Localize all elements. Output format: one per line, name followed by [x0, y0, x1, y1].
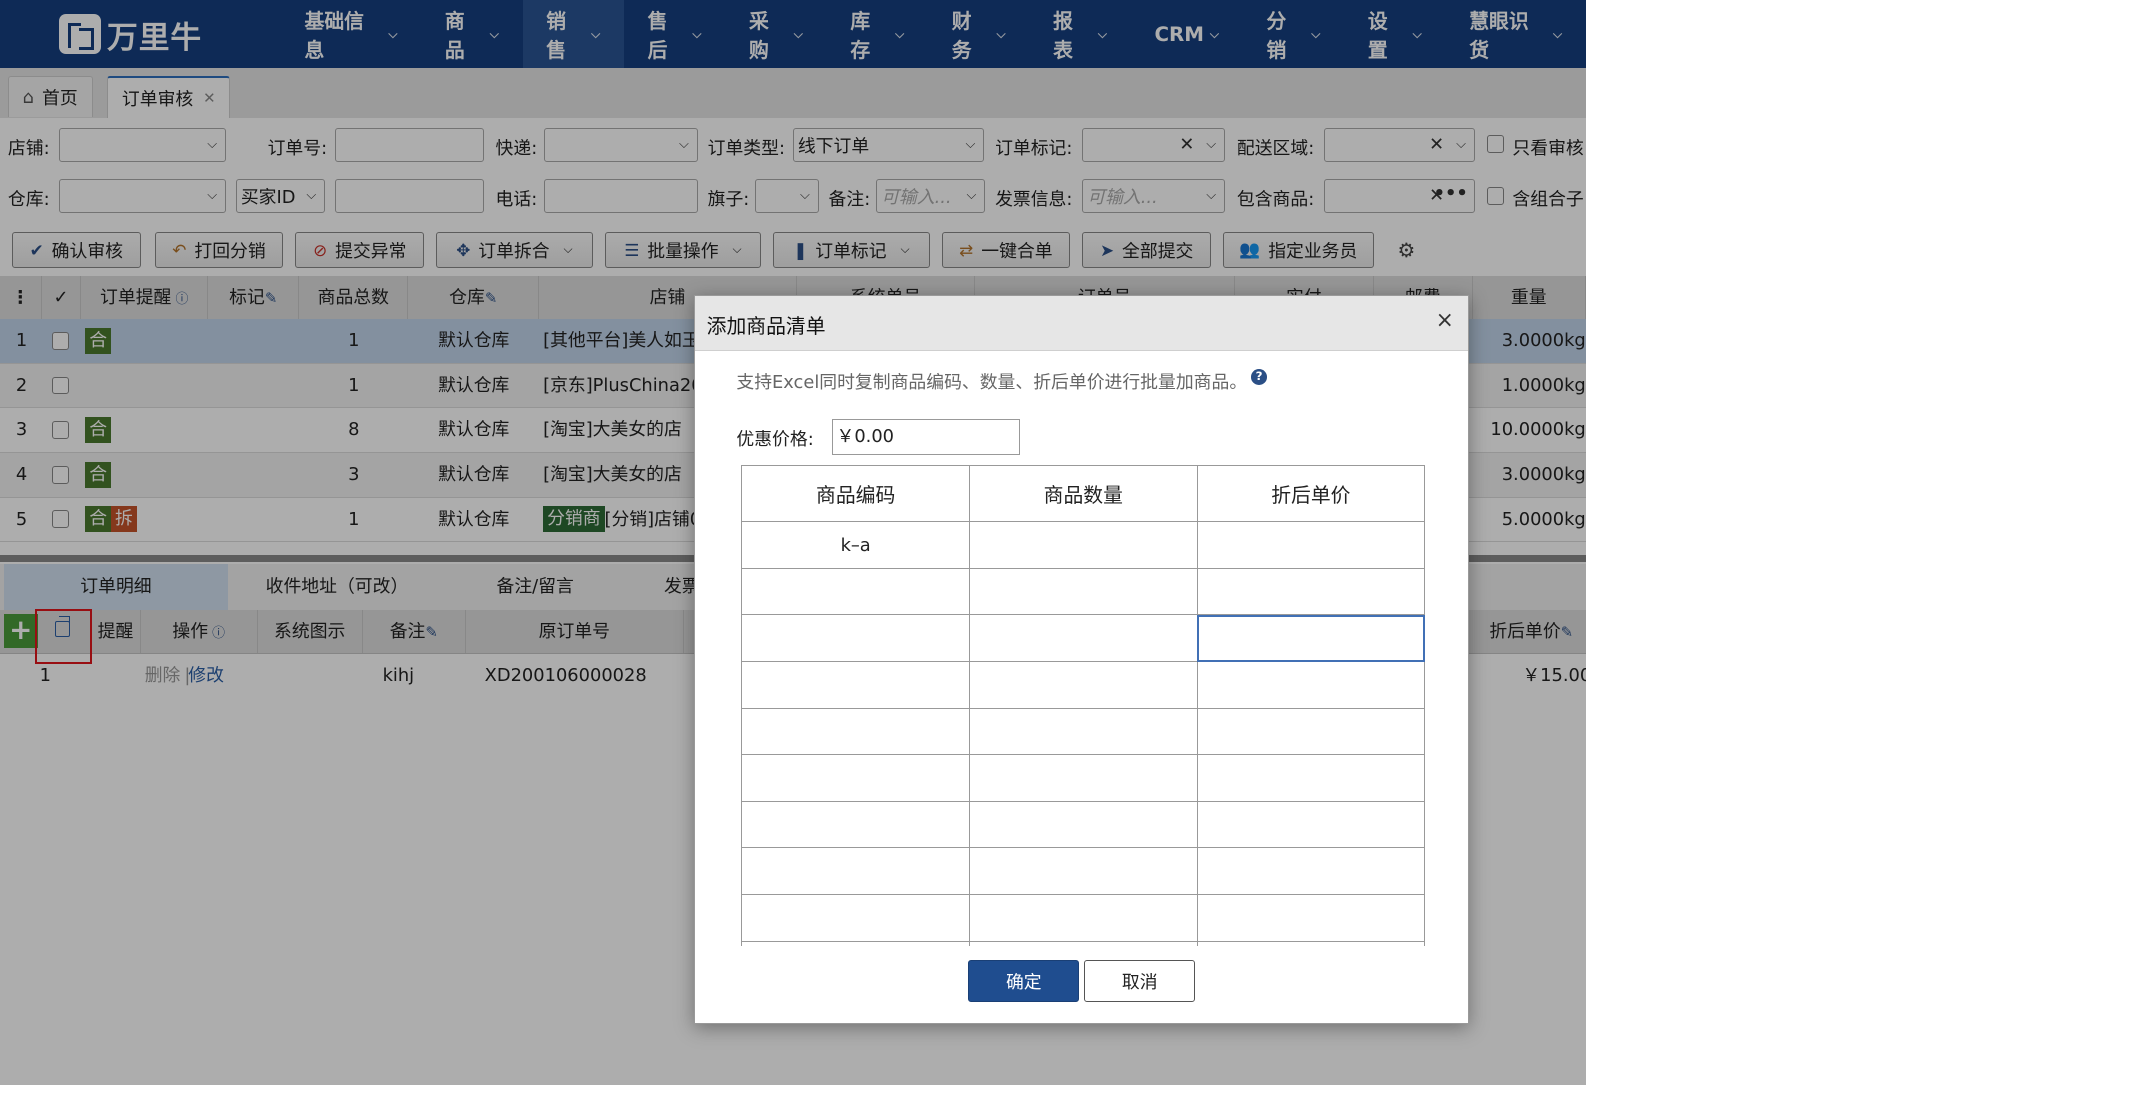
- discount-price-cell[interactable]: [1196, 893, 1426, 942]
- add-product-list-dialog: 添加商品清单 × 支持Excel同时复制商品编码、数量、折后单价进行批量加商品。…: [693, 295, 1469, 1024]
- discount-price-input[interactable]: ￥0.00: [831, 419, 1020, 455]
- discount-price-cell[interactable]: [1196, 940, 1426, 946]
- dialog-tip: 支持Excel同时复制商品编码、数量、折后单价进行批量加商品。?: [736, 368, 1267, 394]
- product-qty-cell[interactable]: [968, 707, 1198, 756]
- product-qty-cell[interactable]: [968, 800, 1198, 849]
- product-code-cell[interactable]: [741, 567, 970, 616]
- product-qty-cell[interactable]: [968, 661, 1198, 709]
- product-qty-cell[interactable]: [968, 754, 1198, 802]
- discount-price-cell[interactable]: [1196, 614, 1426, 663]
- product-list-row: [741, 800, 1426, 849]
- discount-price-cell[interactable]: [1196, 521, 1426, 569]
- product-list-row: [741, 661, 1426, 709]
- product-code-cell[interactable]: [741, 707, 970, 756]
- product-list-row: [741, 754, 1426, 802]
- product-code-cell[interactable]: [741, 754, 970, 802]
- col-product-code: 商品编码: [741, 464, 970, 523]
- product-qty-cell[interactable]: [968, 893, 1198, 942]
- col-discount-price: 折后单价: [1196, 464, 1426, 523]
- product-code-cell[interactable]: k–a: [741, 521, 970, 569]
- product-qty-cell[interactable]: [968, 847, 1198, 895]
- discount-price-cell[interactable]: [1196, 847, 1426, 895]
- cancel-button[interactable]: 取消: [1084, 960, 1196, 1002]
- dialog-tip-text: 支持Excel同时复制商品编码、数量、折后单价进行批量加商品。: [736, 371, 1248, 393]
- product-list-row: [741, 940, 1426, 946]
- product-list-table: 商品编码 商品数量 折后单价 k–a: [741, 464, 1426, 946]
- product-code-cell[interactable]: [741, 661, 970, 709]
- product-qty-cell[interactable]: [968, 567, 1198, 616]
- product-list-row: [741, 893, 1426, 942]
- product-list-row: [741, 847, 1426, 895]
- product-code-cell[interactable]: [741, 800, 970, 849]
- ok-button[interactable]: 确定: [968, 960, 1080, 1002]
- col-product-qty: 商品数量: [968, 464, 1198, 523]
- product-code-cell[interactable]: [741, 614, 970, 663]
- discount-label: 优惠价格:: [736, 429, 814, 451]
- product-list-row: k–a: [741, 521, 1426, 569]
- product-list-row: [741, 707, 1426, 756]
- product-list-row: [741, 567, 1426, 616]
- dialog-title: 添加商品清单: [706, 315, 826, 339]
- product-qty-cell[interactable]: [968, 614, 1198, 663]
- discount-price-cell[interactable]: [1196, 707, 1426, 756]
- product-list-row: [741, 614, 1426, 663]
- help-icon[interactable]: ?: [1251, 368, 1267, 385]
- discount-price-cell[interactable]: [1196, 800, 1426, 849]
- product-code-cell[interactable]: [741, 847, 970, 895]
- discount-price-cell[interactable]: [1196, 661, 1426, 709]
- product-qty-cell[interactable]: [968, 940, 1198, 946]
- discount-price-cell[interactable]: [1196, 567, 1426, 616]
- discount-price-cell[interactable]: [1196, 754, 1426, 802]
- dialog-header: 添加商品清单 ×: [694, 296, 1468, 351]
- product-list-table-wrapper[interactable]: 商品编码 商品数量 折后单价 k–a: [741, 464, 1426, 946]
- close-icon[interactable]: ×: [1436, 308, 1454, 333]
- product-qty-cell[interactable]: [968, 521, 1198, 569]
- product-code-cell[interactable]: [741, 940, 970, 946]
- product-code-cell[interactable]: [741, 893, 970, 942]
